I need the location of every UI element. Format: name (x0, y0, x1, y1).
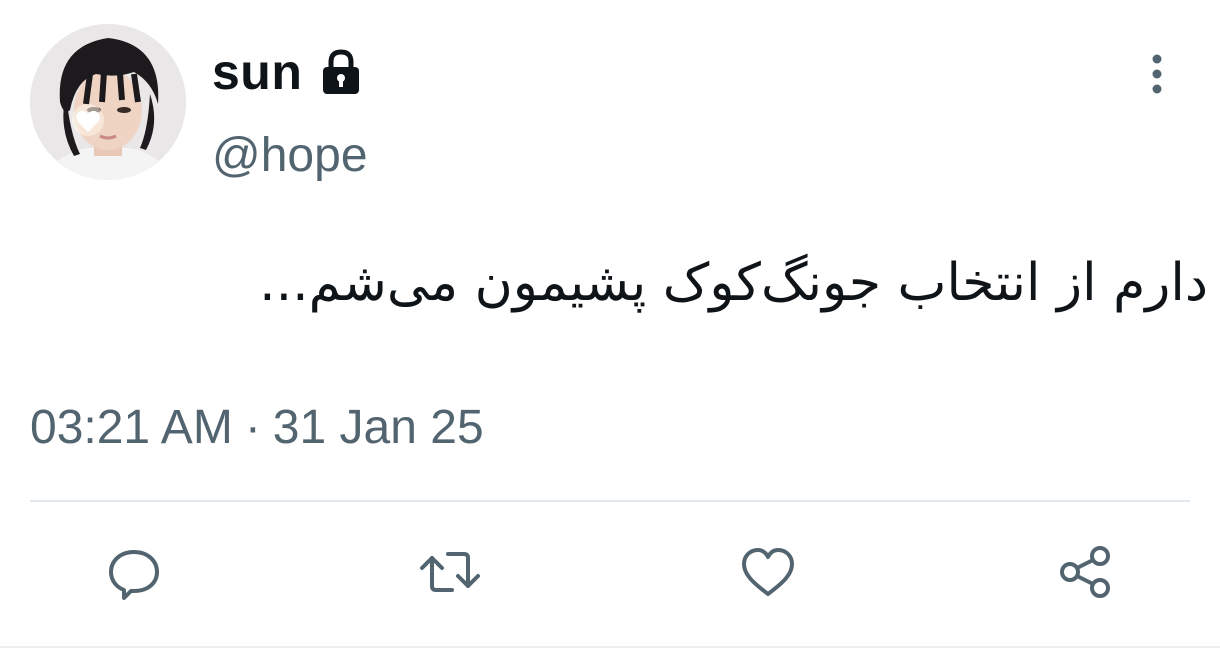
tweet-timestamp[interactable]: 03:21 AM · 31 Jan 25 (30, 404, 484, 452)
author-name-row: sun (212, 40, 366, 104)
profile-photo (30, 24, 186, 180)
more-vertical-icon[interactable] (1140, 52, 1174, 98)
display-name[interactable]: sun (212, 47, 302, 97)
heart-icon (742, 548, 794, 596)
user-handle[interactable]: @hope (212, 132, 368, 180)
tweet-card: sun @hope دارم از انتخاب جونگ‌کوک پشیمون… (0, 0, 1220, 666)
like-button[interactable] (736, 540, 800, 604)
retweet-icon (420, 552, 480, 592)
lock-icon (316, 47, 366, 97)
avatar[interactable] (30, 24, 186, 180)
retweet-button[interactable] (418, 540, 482, 604)
action-bar (0, 540, 1220, 610)
tweet-text: دارم از انتخاب جونگ‌کوک پشیمون می‌شم... (259, 253, 1208, 313)
bottom-divider (0, 646, 1220, 648)
divider (30, 500, 1190, 502)
share-button[interactable] (1054, 540, 1118, 604)
reply-icon (109, 550, 159, 600)
share-icon (1060, 546, 1110, 598)
reply-button[interactable] (102, 540, 166, 604)
tweet-date: 31 Jan 25 (272, 401, 484, 454)
timestamp-separator: · (244, 401, 261, 454)
tweet-time: 03:21 AM (30, 401, 233, 454)
